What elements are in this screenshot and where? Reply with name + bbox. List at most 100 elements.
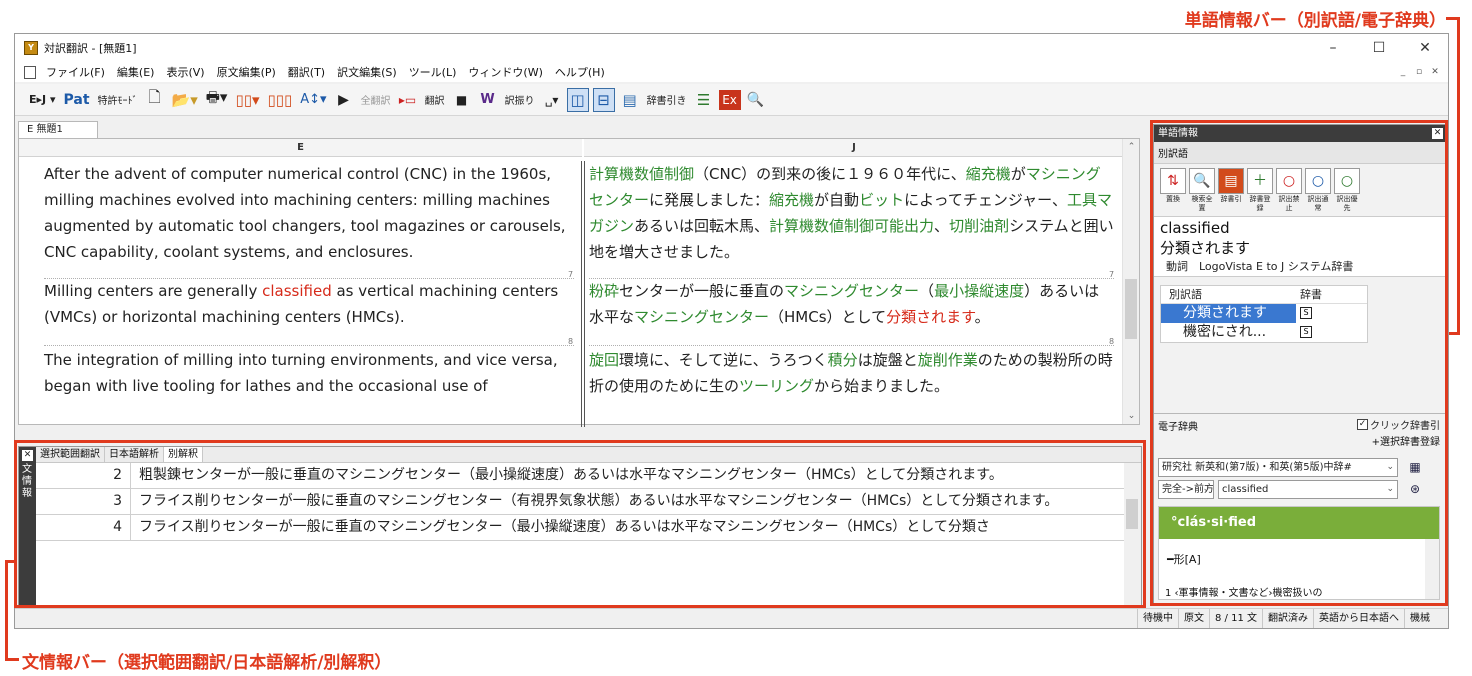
translate-icon[interactable]: ▸▭ — [397, 88, 419, 112]
status-field: 機械 — [1404, 609, 1448, 628]
text-segment: 、 — [934, 217, 950, 235]
translate-all-button[interactable]: 全翻訳 — [359, 88, 393, 112]
translate-button[interactable]: 翻訳 — [423, 88, 447, 112]
menu-source-edit[interactable]: 原文編集(P) — [211, 64, 282, 80]
dictionary-term[interactable]: 積分 — [828, 351, 858, 369]
document-scrollbar[interactable]: ⌃ ⌄ — [1122, 139, 1139, 424]
status-view: 原文 — [1178, 609, 1209, 628]
dictionary-term[interactable]: 旋削作業 — [918, 351, 978, 369]
dictionary-term[interactable]: 粉砕 — [589, 282, 619, 300]
dictionary-term[interactable]: 縮充機 — [769, 191, 814, 209]
dictionary-term[interactable]: 計算機数値制御 — [589, 165, 694, 183]
patent-icon[interactable]: Pat — [61, 88, 91, 112]
text-segment: が自動 — [814, 191, 860, 209]
dictionary-term[interactable]: 旋回 — [589, 351, 619, 369]
text-segment: 。 — [974, 308, 990, 326]
mdi-minimize-button[interactable]: _ — [1396, 65, 1410, 79]
highlighted-word[interactable]: classified — [262, 282, 332, 300]
paragraph-separator — [44, 345, 574, 346]
list-icon[interactable]: ☰ — [693, 88, 715, 112]
dictionary-term[interactable]: マシニングセンター — [784, 282, 919, 300]
furigana-icon[interactable]: W — [477, 88, 499, 112]
japanese-paragraph[interactable]: 旋回環境に、そして逆に、うろつく積分は旋盤と旋削作業のための製粉所の時折の使用の… — [589, 347, 1114, 399]
sentence-info-highlight-frame — [14, 440, 1146, 608]
english-column-header: E — [19, 139, 582, 157]
mdi-close-button[interactable]: ✕ — [1428, 65, 1442, 79]
play-icon[interactable]: ▶ — [333, 88, 355, 112]
word-info-highlight-frame — [1150, 120, 1448, 606]
furigana-button[interactable]: 訳振り — [503, 88, 537, 112]
japanese-paragraph[interactable]: 粉砕センターが一般に垂直のマシニングセンター（最小操縦速度）あるいは水平なマシニ… — [589, 278, 1114, 330]
close-button[interactable]: ✕ — [1402, 34, 1448, 62]
sentence-info-bar-callout: 文情報バー（選択範囲翻訳/日本語解析/別解釈） — [22, 653, 392, 673]
japanese-column-header: J — [584, 139, 1124, 157]
stop-icon[interactable]: ■ — [451, 88, 473, 112]
app-logo-icon: Y — [24, 41, 38, 55]
direction-ej-button[interactable]: E▸J ▾ — [27, 88, 57, 112]
dictionary-term[interactable]: ビット — [859, 191, 904, 209]
stacked-layout-icon[interactable]: ⊟ — [592, 87, 615, 112]
menu-help[interactable]: ヘルプ(H) — [549, 64, 611, 80]
dictionary-term[interactable]: ツーリング — [739, 377, 814, 395]
document-tab[interactable]: E 無題1 — [18, 121, 98, 138]
japanese-paragraph[interactable]: 計算機数値制御（CNC）の到来の後に１９６０年代に、縮充機がマシニングセンターに… — [589, 161, 1114, 265]
english-paragraph[interactable]: Milling centers are generally classified… — [44, 278, 574, 330]
callout-line — [5, 560, 8, 661]
text-segment: は旋盤と — [857, 351, 918, 369]
new-file-icon[interactable]: 🗋 — [144, 88, 166, 112]
scroll-thumb[interactable] — [1125, 279, 1137, 339]
menu-edit[interactable]: 編集(E) — [111, 64, 161, 80]
english-paragraph[interactable]: After the advent of computer numerical c… — [44, 161, 574, 265]
search-icon[interactable]: 🔍 — [745, 88, 767, 112]
font-size-icon[interactable]: A↕▾ — [298, 88, 328, 112]
maximize-button[interactable]: ☐ — [1356, 34, 1402, 62]
menu-tools[interactable]: ツール(L) — [403, 64, 463, 80]
paragraph-separator — [589, 345, 1114, 346]
english-paragraph[interactable]: The integration of milling into turning … — [44, 347, 574, 399]
status-direction: 英語から日本語へ — [1313, 609, 1404, 628]
dictionary-term[interactable]: 切削油剤 — [949, 217, 1009, 235]
menu-translation-edit[interactable]: 訳文編集(S) — [331, 64, 403, 80]
print-icon[interactable]: 🖶▾ — [204, 88, 230, 112]
status-sentence-count: 8 / 11 文 — [1209, 609, 1262, 628]
word-info-bar-callout: 単語情報バー（別訳語/電子辞典） — [1184, 11, 1446, 31]
text-segment: から始まりました。 — [814, 377, 950, 395]
paragraph-number: 8 — [1109, 337, 1115, 346]
text-segment: あるいは回転木馬、 — [634, 217, 770, 235]
translation-document: E J After the advent of computer numeric… — [18, 138, 1140, 427]
status-bar: 待機中 原文 8 / 11 文 翻訳済み 英語から日本語へ 機械 — [15, 608, 1448, 628]
dictionary-term[interactable]: 最小操縦速度 — [934, 282, 1024, 300]
menu-window[interactable]: ウィンドウ(W) — [462, 64, 548, 80]
menu-view[interactable]: 表示(V) — [160, 64, 210, 80]
column-divider[interactable] — [581, 161, 585, 427]
dictionary-icon[interactable]: ▤ — [619, 88, 641, 112]
side-by-side-layout-icon[interactable]: ◫ — [566, 87, 589, 112]
dictionary-term[interactable]: 縮充機 — [966, 165, 1011, 183]
patent-mode-button[interactable]: 特許ﾓｰﾄﾞ — [96, 88, 140, 112]
dictionary-term[interactable]: 計算機数値制御可能出力 — [769, 217, 934, 235]
minimize-button[interactable]: – — [1310, 34, 1356, 62]
open-folder-icon[interactable]: 📂▾ — [170, 88, 200, 112]
text-segment: 環境に、そして逆に、うろつく — [619, 351, 828, 369]
document-icon[interactable] — [24, 65, 36, 79]
menu-file[interactable]: ファイル(F) — [40, 64, 111, 80]
dict-lookup-button[interactable]: 辞書引き — [645, 88, 689, 112]
space-icon[interactable]: ␣▾ — [541, 88, 563, 112]
text-segment: センターが一般に垂直の — [619, 282, 785, 300]
dictionary-term[interactable]: マシニングセンター — [634, 308, 769, 326]
paragraph-number: 8 — [568, 337, 574, 346]
text-segment: （CNC）の到来の後に１９６０年代に、 — [694, 165, 966, 183]
scroll-up-icon[interactable]: ⌃ — [1123, 139, 1140, 155]
status-translated: 翻訳済み — [1262, 609, 1313, 628]
menu-bar: ファイル(F) 編集(E) 表示(V) 原文編集(P) 翻訳(T) 訳文編集(S… — [15, 62, 1448, 82]
mdi-restore-button[interactable]: ▫ — [1412, 65, 1426, 79]
toolbar: E▸J ▾ Pat 特許ﾓｰﾄﾞ 🗋 📂▾ 🖶▾ ▯▯▾ ▯▯▯ A↕▾ ▶ 全… — [15, 84, 1448, 116]
layout-columns-icon[interactable]: ▯▯▾ — [233, 88, 261, 112]
menu-translate[interactable]: 翻訳(T) — [282, 64, 331, 80]
callout-line — [5, 658, 19, 661]
highlighted-translation[interactable]: 分類されます — [886, 308, 975, 326]
ex-dictionary-icon[interactable]: Ex — [718, 89, 741, 110]
three-columns-icon[interactable]: ▯▯▯ — [265, 88, 294, 112]
scroll-down-icon[interactable]: ⌄ — [1123, 408, 1140, 424]
callout-line — [1449, 332, 1460, 335]
